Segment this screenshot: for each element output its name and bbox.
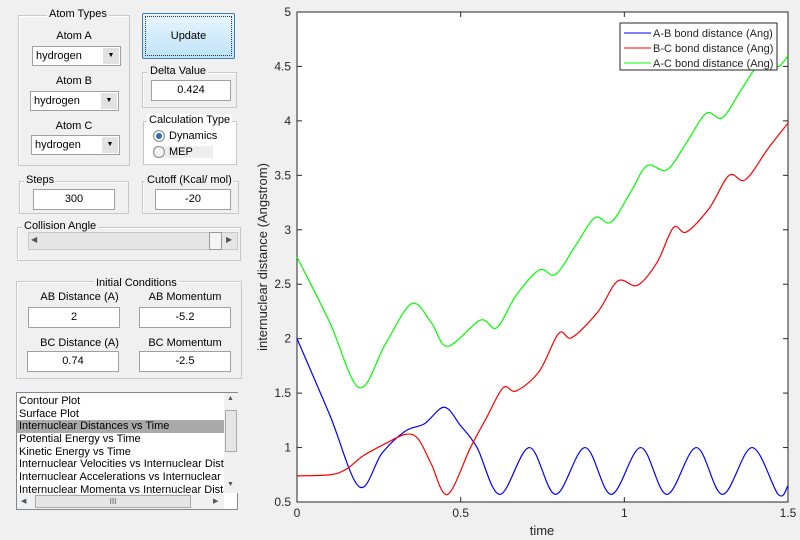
y-tick-label: 4 xyxy=(284,114,291,128)
y-tick-label: 0.5 xyxy=(274,495,291,509)
legend: A-B bond distance (Ang) B-C bond distance… xyxy=(619,22,778,71)
y-tick-label: 1 xyxy=(284,441,291,455)
legend-entry: B-C bond distance (Ang) xyxy=(653,43,773,55)
x-tick-label: 0.5 xyxy=(452,506,469,520)
x-tick-label: 1 xyxy=(621,506,628,520)
x-axis-label: time xyxy=(530,523,555,538)
x-tick-label: 0 xyxy=(294,506,301,520)
plot-area xyxy=(296,11,789,503)
y-tick-label: 4.5 xyxy=(274,59,291,73)
legend-entry: A-B bond distance (Ang) xyxy=(653,28,773,40)
y-tick-label: 1.5 xyxy=(274,386,291,400)
y-tick-label: 3 xyxy=(284,223,291,237)
legend-entry: A-C bond distance (Ang) xyxy=(653,58,773,70)
y-tick-label: 3.5 xyxy=(274,168,291,182)
distance-plot: 0 0.5 1 1.50.511.522.533.544.55 time intern… xyxy=(255,5,797,538)
y-tick-label: 2.5 xyxy=(274,277,291,291)
y-tick-label: 5 xyxy=(284,5,291,19)
y-tick-label: 2 xyxy=(284,332,291,346)
y-axis-label: internuclear distance (Angstrom) xyxy=(255,163,270,351)
x-tick-label: 1.5 xyxy=(780,506,797,520)
